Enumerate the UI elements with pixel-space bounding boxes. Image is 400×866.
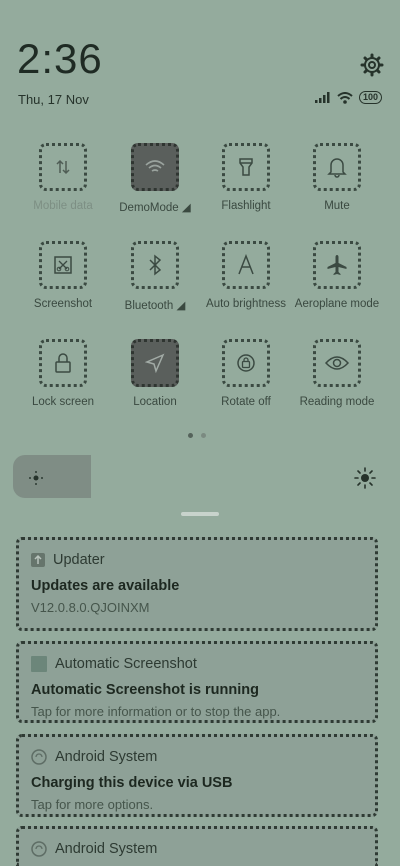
wifi-icon (145, 160, 165, 172)
tile-label: Aeroplane mode (294, 298, 380, 310)
tile-bluetooth[interactable]: Bluetooth ◢ (109, 241, 201, 312)
tile-label: Reading mode (299, 396, 375, 408)
page-dot (201, 433, 206, 438)
location-icon (145, 353, 165, 373)
settings-gear-icon[interactable] (360, 53, 384, 77)
screenshot-icon (54, 256, 72, 274)
tile-label: DemoMode (119, 202, 179, 214)
status-bar: 100 (314, 91, 382, 104)
tile-mobile-data[interactable]: Mobile data (17, 143, 109, 212)
page-dot-active (188, 433, 193, 438)
brightness-slider[interactable] (13, 455, 91, 498)
tile-rotate-off[interactable]: Rotate off (200, 339, 292, 408)
updater-icon (31, 553, 45, 567)
tile-flashlight[interactable]: Flashlight (200, 143, 292, 212)
brightness-high-icon (354, 467, 376, 489)
notification-android-system-usb[interactable]: Android System Charging this device via … (16, 734, 378, 817)
notification-updater[interactable]: Updater Updates are available V12.0.8.0.… (16, 537, 378, 631)
mobile-data-icon (56, 159, 70, 175)
automatic-screenshot-icon (31, 656, 47, 672)
bell-icon (327, 158, 347, 178)
tile-label: Flashlight (221, 200, 271, 212)
tile-label: Location (133, 396, 177, 408)
tile-label: Mute (324, 200, 350, 212)
tile-aeroplane-mode[interactable]: Aeroplane mode (291, 241, 383, 310)
notification-text: Tap for more options. (31, 797, 154, 812)
notification-title: Updates are available (31, 578, 180, 594)
notification-automatic-screenshot[interactable]: Automatic Screenshot Automatic Screensho… (16, 641, 378, 723)
notification-text: Tap for more information or to stop the … (31, 704, 281, 719)
auto-brightness-icon (238, 254, 254, 275)
tile-mute[interactable]: Mute (291, 143, 383, 212)
cellular-signal-icon (314, 92, 330, 103)
tile-location[interactable]: Location (109, 339, 201, 408)
date[interactable]: Thu, 17 Nov (18, 92, 89, 107)
tile-label: Mobile data (33, 200, 93, 212)
notification-app-name: Automatic Screenshot (55, 656, 197, 672)
rotate-icon (237, 354, 255, 372)
tile-auto-brightness[interactable]: Auto brightness (200, 241, 292, 310)
tile-label: Screenshot (33, 298, 93, 310)
notification-app-name: Android System (55, 841, 158, 857)
tile-label: Rotate off (221, 396, 271, 408)
tile-reading-mode[interactable]: Reading mode (291, 339, 383, 408)
battery-indicator: 100 (358, 91, 382, 104)
bluetooth-icon (149, 254, 162, 276)
flashlight-icon (239, 158, 253, 176)
page-indicator (188, 433, 206, 438)
notification-title: Automatic Screenshot is running (31, 682, 259, 698)
notification-android-system[interactable]: Android System (16, 826, 378, 866)
android-system-icon (31, 841, 47, 857)
tile-screenshot[interactable]: Screenshot (17, 241, 109, 310)
tile-label: Auto brightness (206, 298, 286, 310)
tile-demo-mode[interactable]: DemoMode ◢ (109, 143, 201, 214)
notification-app-name: Updater (53, 552, 105, 568)
drag-handle[interactable] (181, 512, 219, 516)
wifi-status-icon (337, 91, 353, 104)
aeroplane-icon (327, 255, 347, 275)
brightness-low-icon (29, 471, 43, 485)
eye-icon (325, 356, 349, 370)
android-system-icon (31, 749, 47, 765)
lock-icon (55, 353, 71, 373)
tile-lock-screen[interactable]: Lock screen (17, 339, 109, 408)
notification-text: V12.0.8.0.QJOINXM (31, 600, 150, 615)
tile-label: Bluetooth (124, 300, 174, 312)
notification-title: Charging this device via USB (31, 775, 233, 791)
clock[interactable]: 2:36 (17, 38, 103, 80)
tile-label: Lock screen (31, 396, 94, 408)
notification-app-name: Android System (55, 749, 158, 765)
